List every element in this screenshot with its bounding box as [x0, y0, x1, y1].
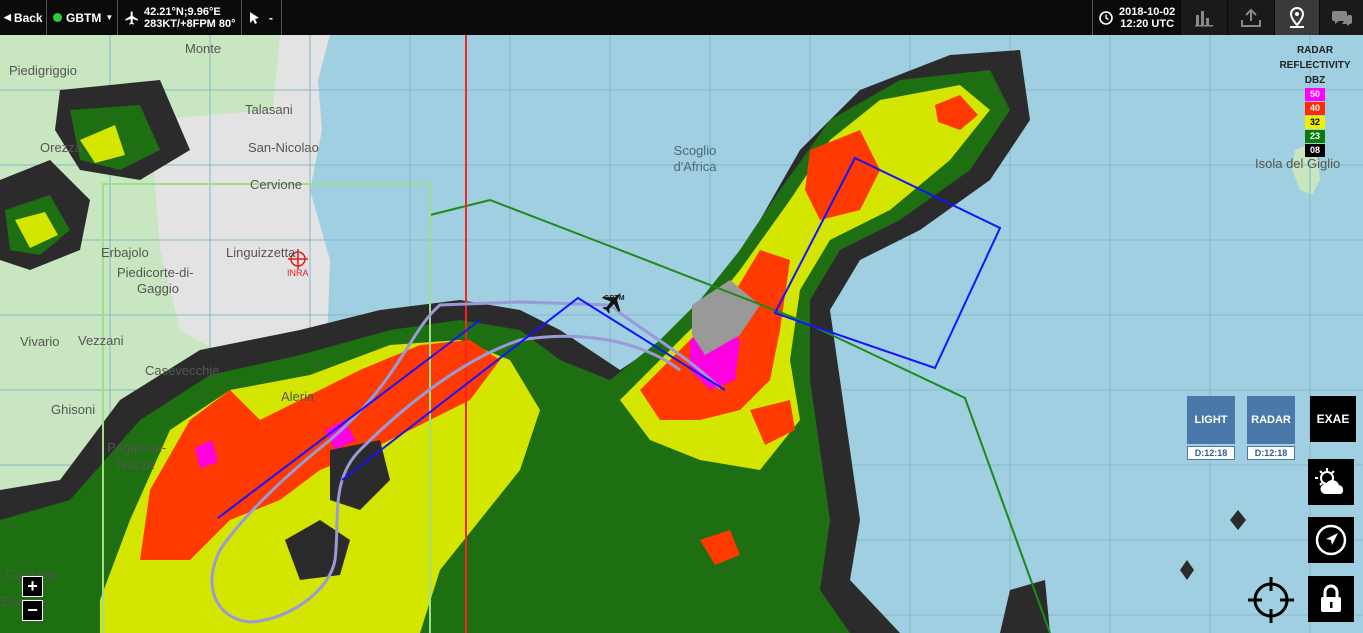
aircraft-id: GBTM: [66, 10, 102, 25]
radar-layer-button[interactable]: RADAR: [1247, 396, 1295, 444]
aircraft-label: GBTM: [604, 295, 625, 302]
radar-layer-time: D:12:18: [1247, 446, 1295, 460]
status-dot-icon: [53, 13, 62, 22]
place-label: Isola del Giglio: [1255, 156, 1341, 171]
place-label: Piedicorte-di-: [117, 265, 194, 280]
map-canvas[interactable]: [0, 35, 1363, 633]
zoom-in-button[interactable]: +: [22, 576, 43, 597]
cursor-mode-selector[interactable]: -: [249, 0, 273, 35]
weather-button[interactable]: [1308, 459, 1354, 505]
place-label: San-Nicolao: [248, 140, 319, 155]
chat-button[interactable]: [1320, 0, 1363, 35]
lock-button[interactable]: [1308, 576, 1354, 622]
lock-icon: [1321, 584, 1341, 612]
place-label: Orezza: [40, 140, 82, 155]
upload-button[interactable]: [1228, 0, 1274, 35]
top-bar: ◀ Back GBTM ▼ 42.21°N;9.96°E 283KT/+8FPM…: [0, 0, 1363, 35]
lightning-layer-button[interactable]: LIGHT: [1187, 396, 1235, 444]
exae-button[interactable]: EXAE: [1310, 396, 1356, 442]
navigate-button[interactable]: [1308, 517, 1354, 563]
legend-level: 32: [1305, 116, 1325, 129]
date-text: 2018-10-02: [1119, 5, 1176, 18]
place-label: Cervione: [250, 177, 303, 192]
back-button[interactable]: ◀ Back: [4, 0, 43, 35]
map-pin-button[interactable]: [1275, 0, 1319, 35]
place-label: Linguizzetta: [226, 245, 296, 260]
zoom-out-button[interactable]: −: [22, 600, 43, 621]
bar-chart-icon: [1195, 10, 1213, 26]
cursor-mode-text: -: [269, 10, 273, 25]
place-label: Gaggio: [137, 281, 179, 296]
lightning-layer-time: D:12:18: [1187, 446, 1235, 460]
place-label: Talasani: [245, 102, 293, 117]
back-label: Back: [13, 10, 43, 25]
chevron-left-icon: ◀: [4, 12, 11, 22]
legend-unit: DBZ: [1304, 75, 1326, 86]
chat-icon: [1331, 10, 1352, 26]
navigation-arrow-icon: [1315, 524, 1347, 556]
place-label: Aleria: [281, 389, 315, 404]
airplane-icon: [125, 10, 138, 25]
chart-button[interactable]: [1181, 0, 1227, 35]
place-label: Vezzani: [78, 333, 124, 348]
legend-level: 23: [1305, 130, 1325, 143]
place-label: Monte: [185, 41, 222, 56]
map-pin-icon: [1289, 6, 1305, 28]
place-label: Poggio-di-: [107, 440, 167, 455]
legend-level: 08: [1305, 144, 1325, 157]
position-text: 42.21°N;9.96°E: [144, 5, 221, 18]
place-label: Casevecchie: [145, 363, 220, 378]
cursor-arrow-icon: [250, 11, 259, 24]
aircraft-selector[interactable]: GBTM ▼: [53, 0, 113, 35]
legend-title: REFLECTIVITY: [1279, 60, 1351, 71]
radar-legend: RADAR REFLECTIVITY DBZ 50 40 32 23 08: [1270, 45, 1360, 157]
aircraft-position-readout: 42.21°N;9.96°E 283KT/+8FPM 80°: [124, 0, 236, 35]
caret-down-icon: ▼: [105, 13, 114, 22]
app-window: ◀ Back GBTM ▼ 42.21°N;9.96°E 283KT/+8FPM…: [0, 0, 1363, 633]
legend-level: 50: [1305, 88, 1325, 101]
time-text: 12:20 UTC: [1120, 17, 1175, 30]
sea-label: Scoglio d'Africa: [673, 143, 717, 174]
legend-title: RADAR: [1296, 45, 1334, 56]
place-label: Vivario: [20, 334, 60, 349]
cloud-sun-icon: [1315, 468, 1344, 494]
airport-label: INRA: [287, 268, 309, 278]
clock-readout: 2018-10-02 12:20 UTC: [1099, 0, 1175, 35]
legend-level: 40: [1305, 102, 1325, 115]
clock-icon: [1099, 10, 1113, 25]
map-view[interactable]: Monte Piedigriggio Talasani San-Nicolao …: [0, 35, 1363, 633]
place-label: Ghisoni: [51, 402, 96, 417]
place-label: Piedigriggio: [9, 63, 77, 78]
speed-text: 283KT/+8FPM 80°: [144, 17, 236, 30]
place-label: Nazza: [117, 457, 154, 472]
place-label: Erbajolo: [101, 245, 149, 260]
upload-icon: [1241, 8, 1261, 27]
